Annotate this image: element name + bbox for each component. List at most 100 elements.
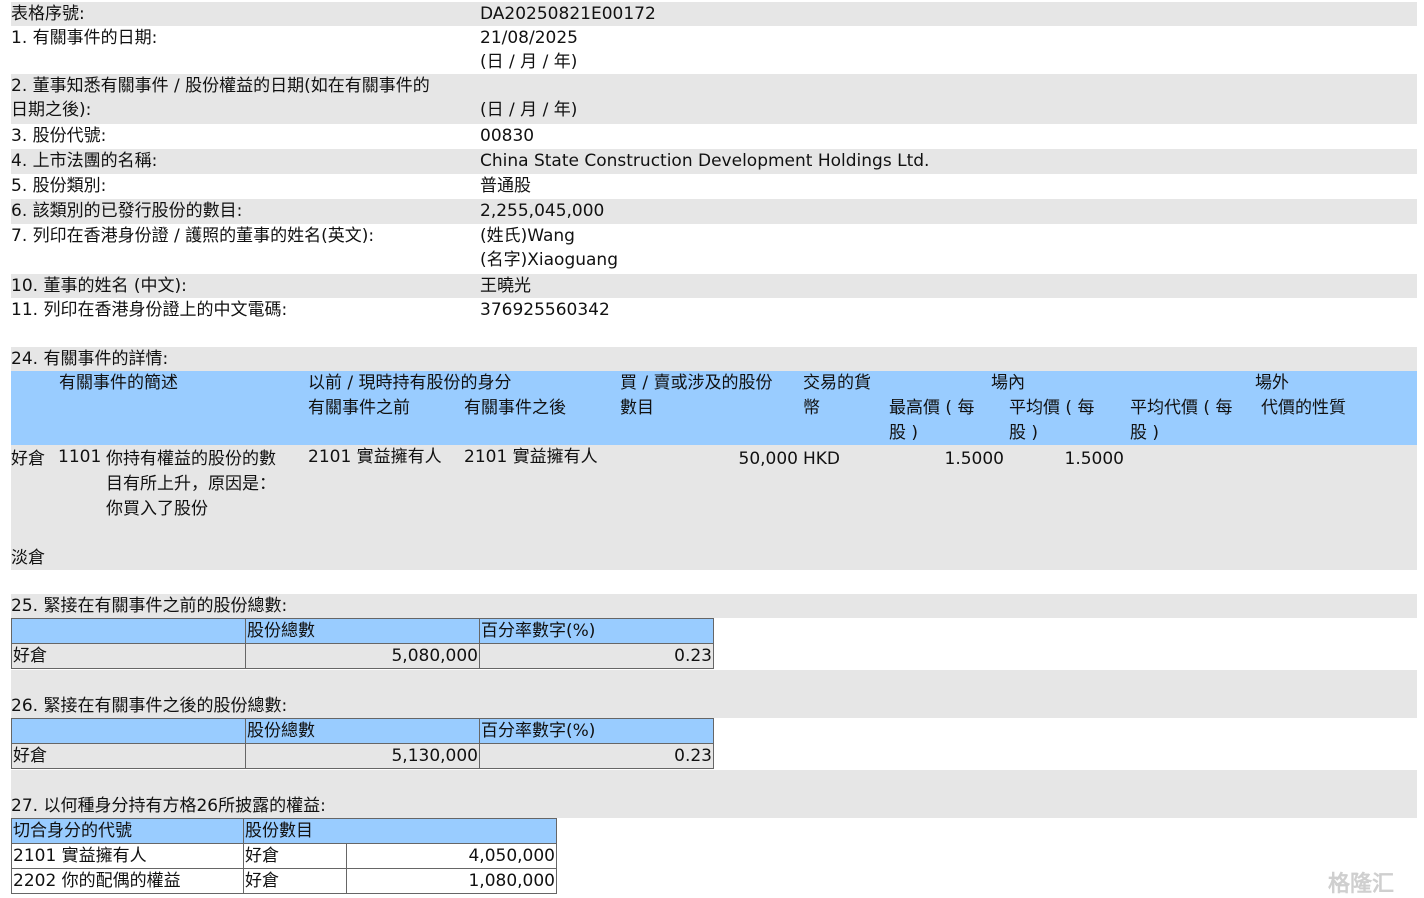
s24-header: 有關事件的簡述 以前 / 現時持有股份的身分 有關事件之前 有關事件之後 買 /… (11, 371, 1417, 445)
s27-h-code: 切合身分的代號 (11, 818, 244, 844)
s25-title-row: 25. 緊接在有關事件之前的股份總數: (11, 594, 1417, 618)
f6-value: 2,255,045,000 (480, 201, 605, 221)
s27-row-pos: 好倉 (243, 843, 347, 869)
h-currency-l1: 交易的貨 (803, 373, 871, 393)
field-4: 4. 上市法團的名稱: China State Construction Dev… (11, 149, 1417, 174)
f10-label: 10. 董事的姓名 (中文): (11, 276, 187, 296)
s27-row-shares: 4,050,000 (346, 843, 557, 869)
s27-h-shares: 股份數目 (243, 818, 557, 844)
row-short-label: 淡倉 (11, 548, 45, 568)
serial-label: 表格序號: (11, 4, 85, 24)
h-high-l1: 最高價 ( 每 (889, 398, 975, 418)
f6-label: 6. 該類別的已發行股份的數目: (11, 201, 243, 221)
s24-title-row: 24. 有關事件的詳情: (11, 347, 1417, 371)
s25-h-total: 股份總數 (245, 618, 480, 644)
f2-label-line1: 2. 董事知悉有關事件 / 股份權益的日期(如在有關事件的 (11, 76, 430, 96)
field-7: 7. 列印在香港身份證 / 護照的董事的姓名(英文): (姓氏)Wang (名字… (11, 224, 1417, 274)
h-shares-l2: 數目 (620, 398, 654, 418)
h-after: 有關事件之後 (464, 398, 566, 418)
h-avgcons-l1: 平均代價 ( 每 (1130, 398, 1233, 418)
row-high-price: 1.5000 (944, 449, 1004, 469)
f2-label-line2: 日期之後): (11, 100, 92, 120)
h-avg-l1: 平均價 ( 每 (1009, 398, 1095, 418)
s25-pct: 0.23 (479, 643, 714, 669)
field-2: 2. 董事知悉有關事件 / 股份權益的日期(如在有關事件的 日期之後): (日 … (11, 74, 1417, 124)
s26-total: 5,130,000 (245, 743, 480, 769)
h-off-exchange: 場外 (1255, 373, 1289, 393)
s25-row-label: 好倉 (11, 643, 246, 669)
f3-label: 3. 股份代號: (11, 126, 107, 146)
s26-spacer (11, 770, 1417, 794)
s27-row-code: 2202 你的配偶的權益 (11, 868, 244, 894)
s26-pct: 0.23 (479, 743, 714, 769)
f2-value: (日 / 月 / 年) (480, 100, 578, 120)
s26-table: 股份總數 百分率數字(%) 好倉 5,130,000 0.23 (11, 718, 714, 769)
s24-body: 好倉 1101 你持有權益的股份的數 目有所上升，原因是： 你買入了股份 210… (11, 445, 1417, 570)
f4-value: China State Construction Development Hol… (480, 151, 930, 171)
s25-h-empty (11, 618, 246, 644)
s26-h-total: 股份總數 (245, 718, 480, 744)
s26-title: 26. 緊接在有關事件之後的股份總數: (11, 696, 288, 716)
s26-title-row: 26. 緊接在有關事件之後的股份總數: (11, 694, 1417, 718)
f11-label: 11. 列印在香港身份證上的中文電碼: (11, 300, 288, 320)
row-shares: 50,000 (738, 449, 798, 469)
f7-label: 7. 列印在香港身份證 / 護照的董事的姓名(英文): (11, 226, 375, 246)
s25-total: 5,080,000 (245, 643, 480, 669)
s27-row-pos: 好倉 (243, 868, 347, 894)
s27-row-shares: 1,080,000 (346, 868, 557, 894)
table-row: 2202 你的配偶的權益 好倉 1,080,000 (11, 868, 557, 894)
f11-value: 376925560342 (480, 300, 610, 320)
row-desc-l3: 你買入了股份 (106, 499, 208, 519)
s27-table: 切合身分的代號 股份數目 2101 實益擁有人 好倉 4,050,000 220… (11, 818, 557, 894)
f1-date-format: (日 / 月 / 年) (480, 52, 578, 72)
h-nature: 代價的性質 (1261, 398, 1346, 418)
f4-label: 4. 上市法團的名稱: (11, 151, 158, 171)
row-capacity-before: 2101 實益擁有人 (308, 447, 442, 467)
s25-spacer (11, 670, 1417, 694)
row-capacity-after: 2101 實益擁有人 (464, 447, 598, 467)
row-avg-price: 1.5000 (1064, 449, 1124, 469)
h-capacity: 以前 / 現時持有股份的身分 (308, 373, 512, 393)
s24-title: 24. 有關事件的詳情: (11, 349, 169, 369)
table-row: 2101 實益擁有人 好倉 4,050,000 (11, 843, 557, 869)
f5-label: 5. 股份類別: (11, 176, 107, 196)
row-currency: HKD (803, 449, 841, 469)
row-long-label: 好倉 (11, 449, 45, 469)
field-6: 6. 該類別的已發行股份的數目: 2,255,045,000 (11, 199, 1417, 224)
h-currency-l2: 幣 (803, 398, 820, 418)
watermark: 格隆汇 (1328, 872, 1395, 897)
h-before: 有關事件之前 (308, 398, 410, 418)
h-avg-l2: 股 ) (1009, 423, 1039, 443)
f3-value: 00830 (480, 126, 535, 146)
s27-title: 27. 以何種身分持有方格26所披露的權益: (11, 796, 326, 816)
row-event-code: 1101 (58, 447, 102, 467)
h-avgcons-l2: 股 ) (1130, 423, 1160, 443)
s25-title: 25. 緊接在有關事件之前的股份總數: (11, 596, 288, 616)
row-desc-l1: 你持有權益的股份的數 (106, 449, 276, 469)
serial-value: DA20250821E00172 (480, 4, 656, 24)
h-on-exchange: 場內 (991, 373, 1025, 393)
h-desc: 有關事件的簡述 (59, 373, 178, 393)
field-11: 11. 列印在香港身份證上的中文電碼: 376925560342 (11, 298, 1417, 323)
s27-title-row: 27. 以何種身分持有方格26所披露的權益: (11, 794, 1417, 818)
row-desc-l2: 目有所上升，原因是： (106, 474, 276, 494)
f10-value: 王曉光 (480, 276, 531, 296)
field-1: 1. 有關事件的日期: 21/08/2025 (日 / 月 / 年) (11, 26, 1417, 74)
s26-h-pct: 百分率數字(%) (479, 718, 714, 744)
s26-h-empty (11, 718, 246, 744)
h-high-l2: 股 ) (889, 423, 919, 443)
f1-label: 1. 有關事件的日期: (11, 28, 158, 48)
f5-value: 普通股 (480, 176, 531, 196)
f1-value: 21/08/2025 (480, 28, 578, 48)
field-5: 5. 股份類別: 普通股 (11, 174, 1417, 199)
s25-h-pct: 百分率數字(%) (479, 618, 714, 644)
f7-surname: (姓氏)Wang (480, 226, 575, 246)
s27-row-code: 2101 實益擁有人 (11, 843, 244, 869)
f7-given-name: (名字)Xiaoguang (480, 250, 619, 270)
h-shares-l1: 買 / 賣或涉及的股份 (620, 373, 773, 393)
field-3: 3. 股份代號: 00830 (11, 124, 1417, 149)
field-serial: 表格序號: DA20250821E00172 (11, 2, 1417, 26)
field-10: 10. 董事的姓名 (中文): 王曉光 (11, 274, 1417, 298)
s25-table: 股份總數 百分率數字(%) 好倉 5,080,000 0.23 (11, 618, 714, 669)
s26-row-label: 好倉 (11, 743, 246, 769)
